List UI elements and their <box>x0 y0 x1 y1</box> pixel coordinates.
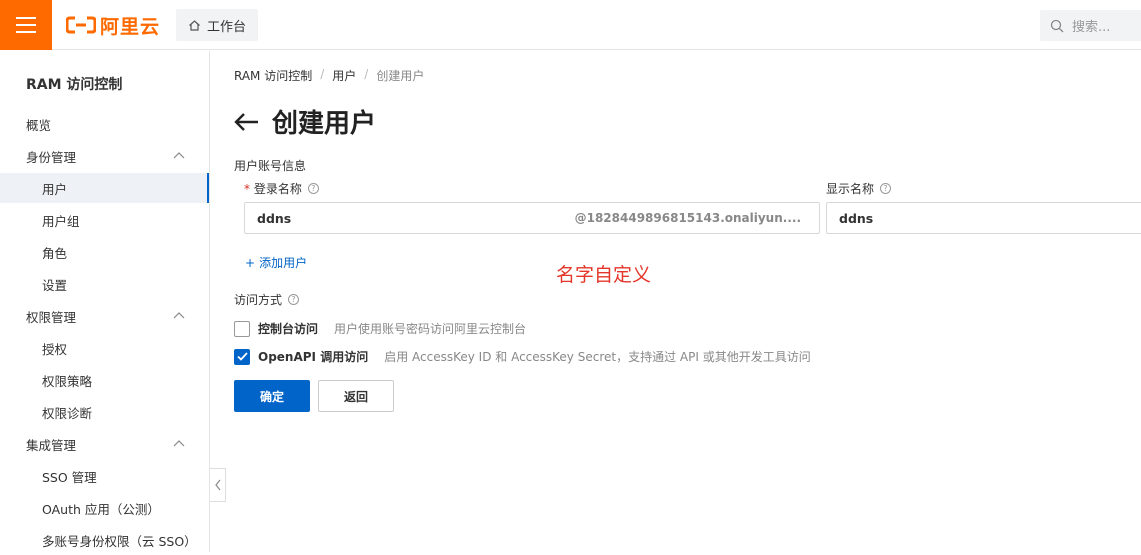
sidebar: RAM 访问控制 概览 身份管理 用户 用户组 角色 设置 权限管理 授权 权限… <box>0 51 210 552</box>
back-arrow-icon[interactable] <box>234 112 260 132</box>
openapi-access-checkbox[interactable] <box>234 348 250 365</box>
sidebar-item-label: 用户 <box>42 181 68 197</box>
sidebar-item-oauth[interactable]: OAuth 应用（公测） <box>0 493 209 523</box>
sidebar-item-roles[interactable]: 角色 <box>0 237 209 267</box>
openapi-access-option: OpenAPI 调用访问 启用 AccessKey ID 和 AccessKey… <box>234 348 811 365</box>
login-name-label-text: 登录名称 <box>253 182 302 196</box>
sidebar-item-label: 用户组 <box>42 213 80 229</box>
sidebar-item-user-groups[interactable]: 用户组 <box>0 205 209 235</box>
sidebar-item-label: 权限管理 <box>26 309 77 325</box>
chevron-up-icon <box>173 440 185 447</box>
workbench-label: 工作台 <box>207 19 247 35</box>
sidebar-item-sso[interactable]: SSO 管理 <box>0 461 209 491</box>
login-name-domain-suffix: @1828449896815143.onaliyun.... <box>574 211 801 225</box>
sidebar-item-label: OAuth 应用（公测） <box>42 501 160 517</box>
breadcrumb-item-users[interactable]: 用户 <box>332 67 356 84</box>
back-button[interactable]: 返回 <box>318 380 394 412</box>
aliyun-logo-icon <box>66 16 96 34</box>
checkmark-icon <box>236 352 248 361</box>
hamburger-menu-button[interactable] <box>0 0 52 50</box>
sidebar-item-label: 概览 <box>26 117 52 133</box>
page-title: 创建用户 <box>272 109 377 139</box>
sidebar-item-users[interactable]: 用户 <box>0 173 209 203</box>
confirm-button[interactable]: 确定 <box>234 380 310 412</box>
search-input[interactable]: 搜索... <box>1040 10 1141 41</box>
access-method-label: 访问方式 ? <box>234 291 300 308</box>
page-title-row: 创建用户 <box>234 103 376 140</box>
openapi-access-description: 启用 AccessKey ID 和 AccessKey Secret，支持通过 … <box>384 350 811 364</box>
breadcrumb-item-current: 创建用户 <box>376 69 425 83</box>
sidebar-item-label: 设置 <box>42 277 68 293</box>
sidebar-item-label: SSO 管理 <box>42 469 97 485</box>
sidebar-item-policies[interactable]: 权限策略 <box>0 365 209 395</box>
main-content: RAM 访问控制 / 用户 / 创建用户 创建用户 用户账号信息 * 登录名称 … <box>211 51 1141 552</box>
chevron-up-icon <box>173 152 185 159</box>
menu-icon-line <box>16 17 36 19</box>
menu-icon-line <box>16 24 36 26</box>
logo-text: 阿里云 <box>100 15 161 38</box>
access-method-label-text: 访问方式 <box>234 293 283 307</box>
breadcrumb-separator: / <box>364 67 369 81</box>
display-name-label-text: 显示名称 <box>826 182 875 196</box>
sidebar-item-settings[interactable]: 设置 <box>0 269 209 299</box>
display-name-label: 显示名称 ? <box>826 180 892 197</box>
section-account-info: 用户账号信息 <box>234 159 307 173</box>
openapi-access-label: OpenAPI 调用访问 <box>258 350 369 364</box>
annotation-text: 名字自定义 <box>556 264 652 286</box>
menu-icon-line <box>16 31 36 33</box>
top-bar: 阿里云 工作台 搜索... <box>0 0 1141 50</box>
sidebar-item-grants[interactable]: 授权 <box>0 333 209 363</box>
search-icon <box>1050 19 1064 32</box>
login-name-value: ddns <box>257 210 292 226</box>
sidebar-item-label: 授权 <box>42 341 68 357</box>
sidebar-item-label: 多账号身份权限（云 SSO） <box>42 533 197 549</box>
plus-icon: + <box>245 255 256 270</box>
sidebar-item-label: 权限策略 <box>42 373 93 389</box>
console-access-option: 控制台访问 用户使用账号密码访问阿里云控制台 <box>234 320 526 337</box>
aliyun-logo[interactable]: 阿里云 <box>66 14 161 38</box>
search-placeholder: 搜索... <box>1072 20 1111 35</box>
sidebar-item-label: 身份管理 <box>26 149 77 165</box>
breadcrumb: RAM 访问控制 / 用户 / 创建用户 <box>234 67 424 84</box>
sidebar-group-integration[interactable]: 集成管理 <box>0 429 209 459</box>
add-user-label: 添加用户 <box>259 256 308 270</box>
sidebar-item-label: 权限诊断 <box>42 405 93 421</box>
breadcrumb-item-ram[interactable]: RAM 访问控制 <box>234 67 312 84</box>
console-access-label: 控制台访问 <box>258 322 319 336</box>
console-access-checkbox[interactable] <box>234 320 250 337</box>
sidebar-item-cloud-sso[interactable]: 多账号身份权限（云 SSO） <box>0 525 209 555</box>
sidebar-item-label: 集成管理 <box>26 437 77 453</box>
sidebar-item-label: 角色 <box>42 245 68 261</box>
display-name-value: ddns <box>839 210 874 226</box>
required-asterisk: * <box>244 182 250 196</box>
sidebar-group-identity[interactable]: 身份管理 <box>0 141 209 171</box>
sidebar-item-overview[interactable]: 概览 <box>0 109 209 139</box>
breadcrumb-separator: / <box>320 67 325 81</box>
sidebar-title: RAM 访问控制 <box>26 77 123 93</box>
help-icon[interactable]: ? <box>288 294 300 305</box>
sidebar-group-permissions[interactable]: 权限管理 <box>0 301 209 331</box>
help-icon[interactable]: ? <box>880 183 892 194</box>
chevron-up-icon <box>173 312 185 319</box>
workbench-button[interactable]: 工作台 <box>176 9 258 41</box>
login-name-label: * 登录名称 ? <box>244 180 319 197</box>
add-user-link[interactable]: + 添加用户 <box>245 254 307 271</box>
display-name-input[interactable]: ddns <box>826 202 1141 234</box>
help-icon[interactable]: ? <box>307 183 319 194</box>
sidebar-item-diagnostics[interactable]: 权限诊断 <box>0 397 209 427</box>
console-access-description: 用户使用账号密码访问阿里云控制台 <box>334 322 527 336</box>
home-icon <box>189 19 200 31</box>
login-name-input[interactable]: ddns @1828449896815143.onaliyun.... <box>244 202 820 234</box>
